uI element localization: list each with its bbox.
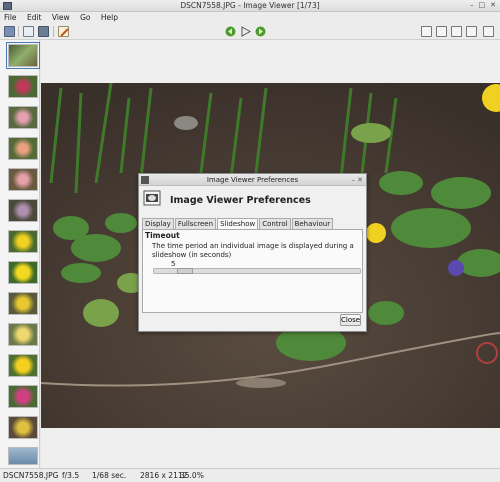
thumbnail[interactable]	[8, 106, 38, 129]
tab-control[interactable]: Control	[259, 218, 291, 229]
preferences-icon	[143, 189, 161, 207]
menubar: File Edit View Go Help	[0, 12, 500, 23]
thumbnail[interactable]	[8, 323, 38, 346]
thumbnail[interactable]	[8, 230, 38, 253]
slideshow-panel: Timeout The time period an individual im…	[142, 229, 363, 313]
thumbnail[interactable]	[8, 385, 38, 408]
dialog-header: Image Viewer Preferences	[139, 186, 366, 214]
dialog-titlebar: Image Viewer Preferences – ✕	[139, 174, 366, 186]
tab-display[interactable]: Display	[142, 218, 174, 229]
save-icon[interactable]	[23, 26, 34, 37]
window-title: DSCN7558.JPG - Image Viewer [1/73]	[180, 1, 320, 10]
tab-fullscreen[interactable]: Fullscreen	[174, 218, 217, 229]
status-exposure: 1/68 sec.	[92, 471, 127, 480]
open-folder-icon[interactable]	[4, 26, 15, 37]
statusbar: DSCN7558.JPG f/3.5 1/68 sec. 2816 x 2112…	[0, 468, 500, 482]
zoom-100-icon[interactable]	[466, 26, 477, 37]
timeout-section-title: Timeout	[145, 231, 180, 240]
thumbnail-strip[interactable]	[0, 40, 40, 468]
maximize-icon[interactable]: □	[479, 1, 486, 9]
thumbnail[interactable]	[8, 292, 38, 315]
thumbnail[interactable]	[8, 137, 38, 160]
thumbnail[interactable]	[8, 416, 38, 439]
minimize-icon[interactable]: –	[351, 176, 355, 184]
close-button[interactable]: Close	[340, 314, 361, 326]
play-slideshow-icon[interactable]	[240, 26, 252, 37]
status-zoom: 35.0%	[180, 471, 204, 480]
tab-bar: Display Fullscreen Slideshow Control Beh…	[142, 218, 334, 230]
fullscreen-icon[interactable]	[483, 26, 494, 37]
menu-edit[interactable]: Edit	[27, 12, 42, 23]
dialog-window-controls: – ✕	[351, 174, 363, 186]
toolbar	[0, 23, 500, 40]
next-icon[interactable]	[255, 26, 266, 37]
copy-icon[interactable]	[38, 26, 49, 37]
dialog-app-icon	[141, 176, 149, 184]
edit-icon[interactable]	[58, 26, 69, 37]
thumbnail[interactable]	[8, 168, 38, 191]
toolbar-separator	[53, 26, 54, 37]
window-titlebar: DSCN7558.JPG - Image Viewer [1/73] – □ ✕	[0, 0, 500, 12]
timeout-slider[interactable]	[153, 268, 361, 274]
zoom-fit-icon[interactable]	[451, 26, 462, 37]
status-filename: DSCN7558.JPG	[3, 471, 59, 480]
menu-file[interactable]: File	[4, 12, 17, 23]
zoom-in-icon[interactable]	[421, 26, 432, 37]
thumbnail[interactable]	[8, 199, 38, 222]
thumbnail[interactable]	[8, 447, 38, 465]
preferences-dialog: Image Viewer Preferences – ✕ Image Viewe…	[138, 173, 367, 332]
previous-icon[interactable]	[225, 26, 236, 37]
tab-behaviour[interactable]: Behaviour	[291, 218, 334, 229]
timeout-description: The time period an individual image is d…	[152, 242, 354, 259]
window-controls: – □ ✕	[470, 1, 496, 9]
timeout-value: 5	[171, 260, 176, 268]
dialog-window-title: Image Viewer Preferences	[206, 176, 299, 184]
slider-handle[interactable]	[177, 268, 193, 274]
menu-view[interactable]: View	[52, 12, 70, 23]
close-icon[interactable]: ✕	[357, 176, 363, 184]
menu-go[interactable]: Go	[80, 12, 90, 23]
dialog-header-title: Image Viewer Preferences	[170, 195, 311, 206]
thumbnail[interactable]	[6, 42, 40, 69]
thumbnail[interactable]	[8, 354, 38, 377]
thumbnail[interactable]	[8, 261, 38, 284]
close-icon[interactable]: ✕	[490, 1, 496, 9]
status-aperture: f/3.5	[62, 471, 80, 480]
thumbnail[interactable]	[8, 75, 38, 98]
zoom-out-icon[interactable]	[436, 26, 447, 37]
minimize-icon[interactable]: –	[470, 1, 474, 9]
toolbar-separator	[18, 26, 19, 37]
menu-help[interactable]: Help	[101, 12, 118, 23]
